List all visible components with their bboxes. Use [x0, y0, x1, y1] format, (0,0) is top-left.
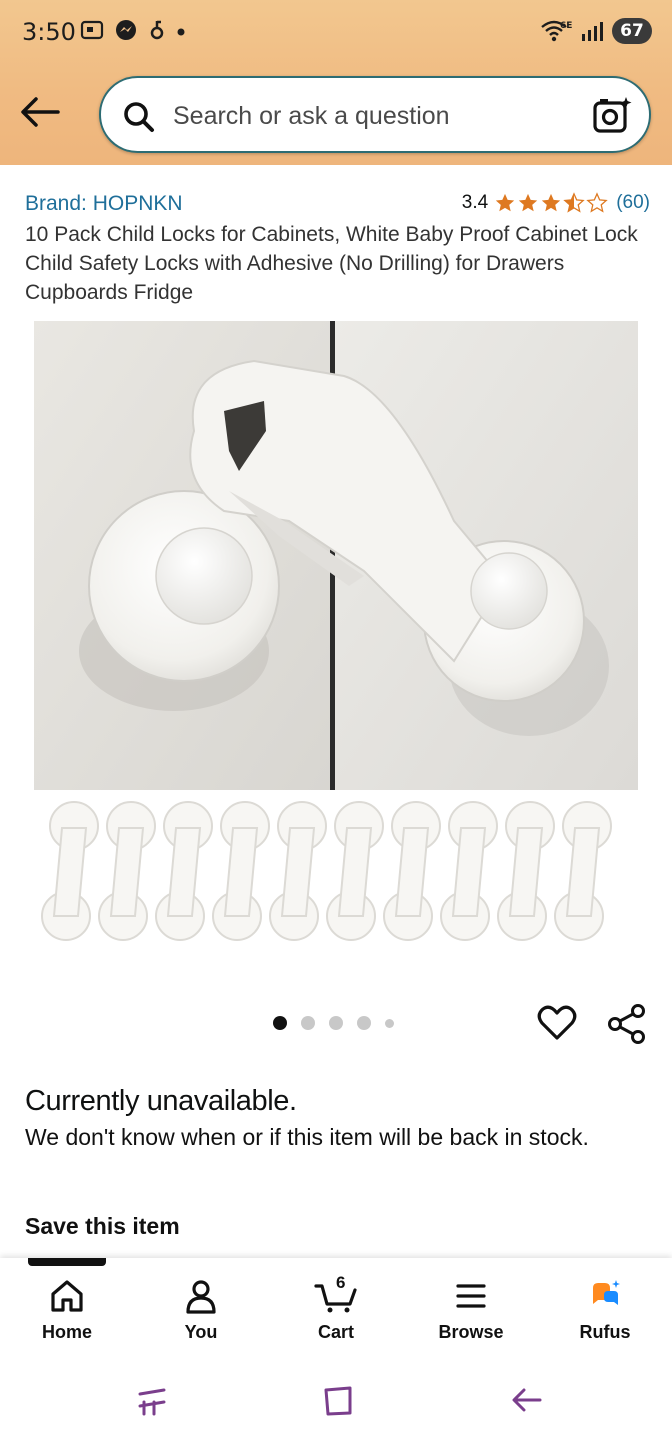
rating-value: 3.4: [461, 192, 489, 213]
star-rating: [494, 192, 608, 214]
bottom-navigation: Home You 6 Cart Browse Rufus: [0, 1258, 672, 1354]
star-full-icon: [496, 193, 515, 212]
rufus-icon: [593, 1280, 620, 1305]
notification-icons: [80, 18, 186, 42]
product-title: 10 Pack Child Locks for Cabinets, White …: [25, 223, 638, 304]
nav-browse-label: Browse: [438, 1322, 504, 1342]
brand-rating-row: Brand: HOPNKN 3.4 (60): [25, 190, 650, 220]
brand-link[interactable]: Brand: HOPNKN: [25, 192, 183, 216]
nav-rufus-label: Rufus: [579, 1322, 631, 1342]
dot-icon: [177, 28, 185, 36]
carousel-dot[interactable]: [301, 1016, 315, 1030]
image-carousel-dots[interactable]: [273, 1016, 394, 1030]
home-button-icon[interactable]: [322, 1384, 356, 1418]
screenshot-icon: [80, 20, 104, 40]
active-tab-indicator: [28, 1258, 106, 1266]
star-full-icon: [519, 193, 538, 212]
app-header: 3:50 6E 67 Search or ask a question: [0, 0, 672, 165]
battery-indicator: 67: [612, 18, 652, 44]
star-half-icon: [563, 192, 585, 213]
person-icon: [186, 1280, 216, 1314]
status-bar: 3:50 6E 67: [0, 0, 672, 64]
nav-you-label: You: [184, 1322, 218, 1342]
star-full-icon: [542, 193, 561, 212]
search-input[interactable]: [173, 98, 563, 134]
locks-row-image: [41, 801, 612, 941]
lock-piece: [155, 801, 213, 941]
camera-lens-icon[interactable]: [591, 95, 633, 137]
nav-home[interactable]: Home: [17, 1278, 117, 1343]
home-icon: [51, 1280, 83, 1312]
lock-piece: [383, 801, 441, 941]
messenger-icon: [116, 20, 136, 40]
status-time: 3:50: [22, 18, 76, 46]
availability-heading: Currently unavailable.: [25, 1085, 297, 1117]
system-navigation-bar: [0, 1354, 672, 1440]
rating-summary[interactable]: 3.4 (60): [462, 192, 650, 214]
back-arrow-icon[interactable]: [18, 92, 62, 132]
lock-piece: [212, 801, 270, 941]
review-count: (60): [616, 192, 650, 213]
wifi-icon: 6E: [541, 20, 572, 42]
nav-cart-label: Cart: [317, 1322, 354, 1342]
nav-rufus[interactable]: Rufus: [555, 1278, 655, 1343]
lock-piece: [98, 801, 156, 941]
search-icon: [124, 102, 154, 132]
nav-home-label: Home: [41, 1322, 92, 1342]
lock-piece: [554, 801, 612, 941]
lock-piece: [497, 801, 555, 941]
search-bar[interactable]: [99, 76, 651, 153]
network-type: 6E: [560, 21, 572, 31]
signal-icon: [582, 22, 603, 41]
nav-browse[interactable]: Browse: [421, 1278, 521, 1343]
heart-icon[interactable]: [537, 1003, 577, 1043]
share-icon[interactable]: [606, 1003, 648, 1045]
availability-message: We don't know when or if this item will …: [25, 1124, 589, 1150]
carousel-dot[interactable]: [357, 1016, 371, 1030]
nav-you[interactable]: You: [151, 1278, 251, 1343]
lock-piece: [440, 801, 498, 941]
nav-cart[interactable]: 6 Cart: [286, 1273, 386, 1343]
lock-piece: [269, 801, 327, 941]
carousel-dot[interactable]: [329, 1016, 343, 1030]
cart-count-badge: 6: [336, 1273, 346, 1292]
save-item-heading: Save this item: [25, 1213, 180, 1239]
star-empty-icon: [586, 192, 608, 213]
back-button-icon[interactable]: [510, 1384, 544, 1416]
menu-icon: [456, 1284, 486, 1308]
key-icon: [150, 20, 164, 40]
lock-piece: [326, 801, 384, 941]
lock-piece: [41, 801, 99, 941]
product-image[interactable]: [34, 321, 638, 790]
recent-apps-icon[interactable]: [134, 1384, 170, 1416]
system-status-icons: 6E 67: [540, 18, 652, 44]
carousel-dot[interactable]: [385, 1018, 394, 1028]
carousel-dot-active[interactable]: [273, 1016, 287, 1030]
